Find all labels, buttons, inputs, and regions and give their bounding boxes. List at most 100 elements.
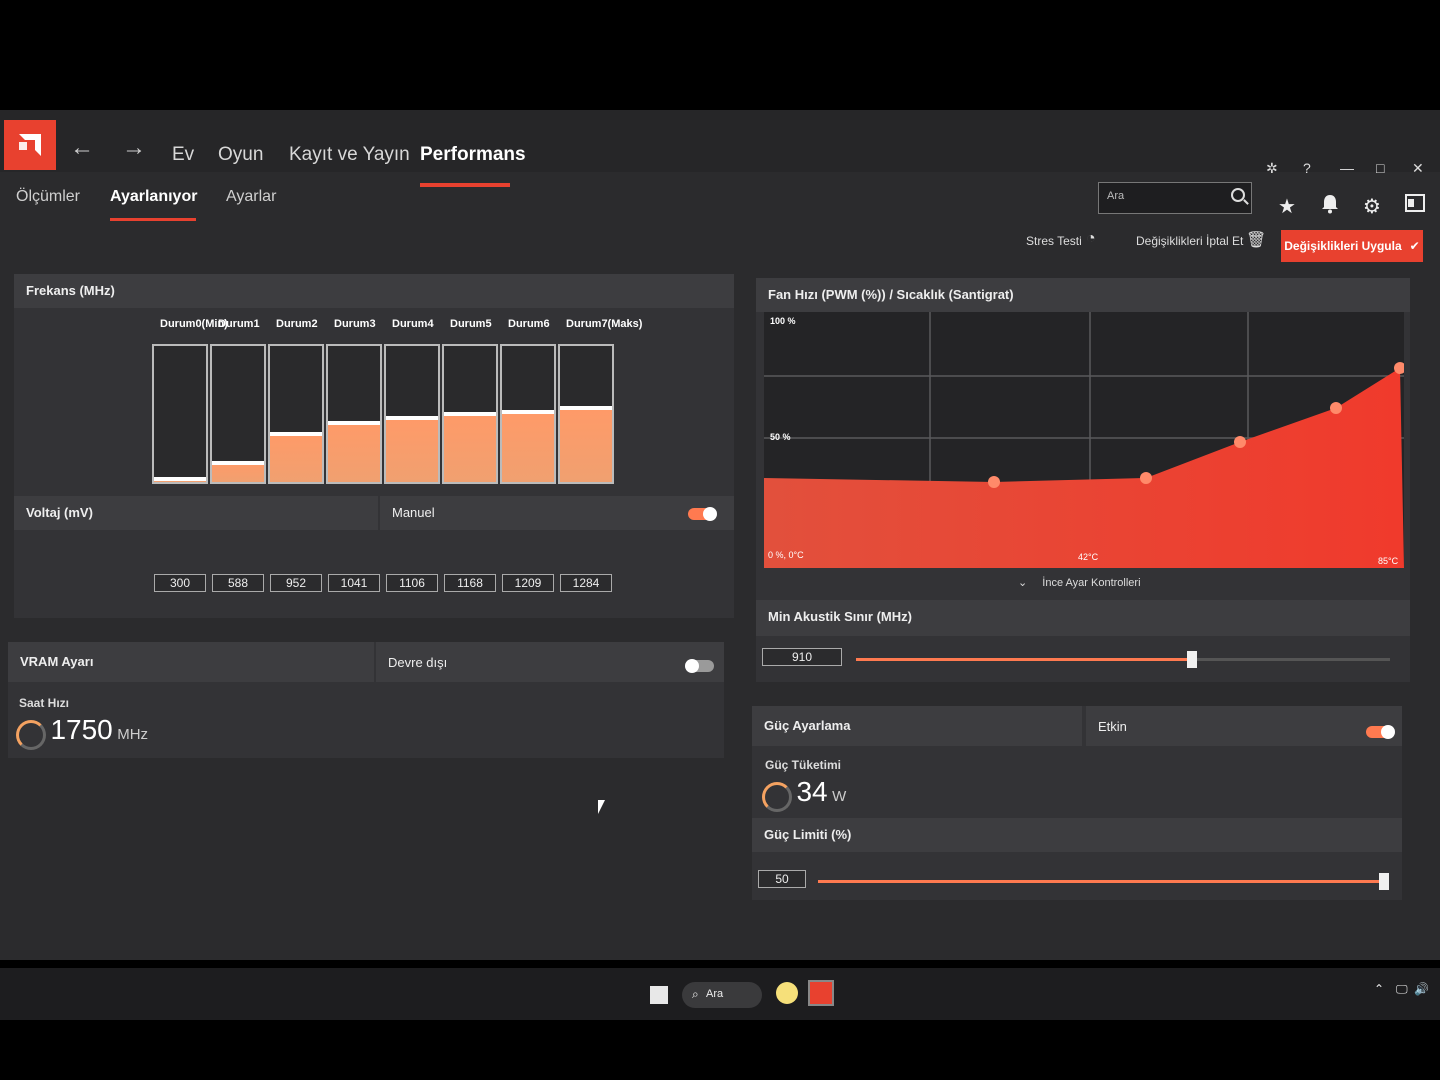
panel-icon[interactable] xyxy=(1405,194,1425,218)
fan-curve-chart[interactable] xyxy=(764,312,1404,568)
check-icon: ✔ xyxy=(1409,239,1420,253)
frequency-value-input[interactable]: 1168 xyxy=(444,574,496,592)
power-mode-header: Etkin xyxy=(1086,706,1402,746)
frequency-state-bar[interactable] xyxy=(326,344,382,484)
frequency-state-label: Durum3 xyxy=(334,318,376,330)
fan-x-max-label: 85°C xyxy=(1378,556,1399,566)
frequency-state-bar[interactable] xyxy=(268,344,324,484)
voltage-manual-toggle[interactable] xyxy=(688,507,717,521)
search-placeholder: Ara xyxy=(1107,190,1125,202)
fan-origin-label: 0 %, 0°C xyxy=(768,550,804,560)
explorer-app-icon[interactable] xyxy=(776,982,798,1004)
chevron-down-icon: ⌄ xyxy=(1018,577,1028,589)
power-consumption-label: Güç Tüketimi xyxy=(765,758,842,772)
frequency-state-label: Durum5 xyxy=(450,318,492,330)
frequency-state-bar[interactable] xyxy=(442,344,498,484)
power-spinner-icon xyxy=(762,781,792,812)
frequency-bar-handle[interactable] xyxy=(502,410,554,415)
frequency-value-input[interactable]: 1106 xyxy=(386,574,438,592)
back-arrow-icon[interactable]: ← xyxy=(70,134,94,162)
tray-chevron-icon[interactable]: ⌃ xyxy=(1374,982,1384,996)
frequency-state-bar[interactable] xyxy=(210,344,266,484)
power-consumption-readout: 34 W xyxy=(762,776,846,812)
min-acoustic-input[interactable]: 910 xyxy=(762,648,842,666)
frequency-state-bar[interactable] xyxy=(152,344,208,484)
frequency-state-label: Durum7(Maks) xyxy=(566,318,643,330)
search-input[interactable]: Ara xyxy=(1098,182,1252,214)
frequency-value-input[interactable]: 1284 xyxy=(560,574,612,592)
amd-logo-icon[interactable] xyxy=(4,120,56,170)
close-icon[interactable]: ✕ xyxy=(1412,160,1424,177)
discard-changes-button[interactable]: Değişiklikleri İptal Et xyxy=(1136,234,1243,248)
frequency-state-bar[interactable] xyxy=(500,344,556,484)
tab-tuning[interactable]: Ayarlanıyor xyxy=(110,188,197,206)
frequency-value-input[interactable]: 1209 xyxy=(502,574,554,592)
fan-y-top-label: 100 % xyxy=(770,316,796,326)
fan-curve-point[interactable] xyxy=(988,476,1000,488)
frequency-bar-handle[interactable] xyxy=(560,406,612,411)
trash-icon[interactable]: 🗑 xyxy=(1246,230,1266,250)
gear-icon[interactable]: ⚙ xyxy=(1363,194,1381,219)
taskbar-search[interactable]: ⌕ Ara xyxy=(682,982,762,1008)
frequency-bar-handle[interactable] xyxy=(154,476,206,481)
taskbar-search-label: Ara xyxy=(706,988,724,1000)
tab-metrics[interactable]: Ölçümler xyxy=(16,188,80,206)
vram-clock-readout: 1750 MHz xyxy=(16,714,148,750)
frequency-bar-handle[interactable] xyxy=(328,421,380,426)
fine-tune-toggle[interactable]: ⌄ İnce Ayar Kontrolleri xyxy=(1018,576,1141,589)
voltage-mode-label: Manuel xyxy=(392,505,435,520)
nav-home[interactable]: Ev xyxy=(172,144,194,166)
bug-report-icon[interactable]: ✲ xyxy=(1266,160,1278,177)
min-acoustic-slider[interactable] xyxy=(856,651,1390,668)
tray-volume-icon[interactable]: 🔊 xyxy=(1414,982,1429,996)
power-limit-slider-thumb[interactable] xyxy=(1379,873,1389,890)
frequency-bar-handle[interactable] xyxy=(270,432,322,437)
fan-curve-point[interactable] xyxy=(1330,402,1342,414)
frequency-bar-fill xyxy=(212,461,264,482)
gauge-icon[interactable]: ◔ xyxy=(1086,230,1096,248)
amd-app-icon[interactable] xyxy=(808,980,834,1006)
tab-settings[interactable]: Ayarlar xyxy=(226,188,276,206)
windows-start-icon[interactable] xyxy=(650,986,668,1004)
frequency-state-bar[interactable] xyxy=(558,344,614,484)
apply-changes-button[interactable]: Değişiklikleri Uygula ✔ xyxy=(1281,230,1423,262)
vram-toggle[interactable] xyxy=(685,659,714,673)
frequency-bar-handle[interactable] xyxy=(444,411,496,416)
fine-tune-label: İnce Ayar Kontrolleri xyxy=(1042,577,1141,589)
power-limit-input[interactable]: 50 xyxy=(758,870,806,888)
forward-arrow-icon[interactable]: → xyxy=(122,134,146,162)
nav-performance[interactable]: Performans xyxy=(420,144,526,166)
maximize-icon[interactable]: □ xyxy=(1376,160,1384,176)
search-icon[interactable] xyxy=(1231,188,1245,202)
stress-test-label[interactable]: Stres Testi xyxy=(1026,234,1082,248)
frequency-value-input[interactable]: 300 xyxy=(154,574,206,592)
nav-gaming[interactable]: Oyun xyxy=(218,144,263,166)
frequency-value-input[interactable]: 952 xyxy=(270,574,322,592)
frequency-bar-fill xyxy=(502,411,554,482)
power-limit-slider[interactable] xyxy=(818,873,1389,890)
frequency-bar-fill xyxy=(444,412,496,482)
tray-network-icon[interactable]: 🖵 xyxy=(1396,982,1408,997)
frequency-bar-handle[interactable] xyxy=(386,415,438,420)
minimize-icon[interactable]: — xyxy=(1340,160,1354,176)
power-consumption-value: 34 xyxy=(796,776,828,807)
frequency-bar-fill xyxy=(386,416,438,482)
frequency-state-bar[interactable] xyxy=(384,344,440,484)
star-icon[interactable]: ★ xyxy=(1278,194,1296,219)
amd-software-window: ← → Ev Oyun Kayıt ve Yayın Performans ✲ … xyxy=(0,110,1440,960)
frequency-bar-fill xyxy=(560,407,612,482)
frequency-value-input[interactable]: 1041 xyxy=(328,574,380,592)
bell-icon[interactable] xyxy=(1321,194,1339,220)
nav-record-stream[interactable]: Kayıt ve Yayın xyxy=(289,144,410,166)
help-icon[interactable]: ? xyxy=(1303,160,1311,176)
min-acoustic-slider-thumb[interactable] xyxy=(1187,651,1198,668)
frequency-bar-handle[interactable] xyxy=(212,460,264,465)
power-tuning-toggle[interactable] xyxy=(1366,725,1395,739)
voltage-header: Voltaj (mV) xyxy=(14,496,378,530)
frequency-value-input[interactable]: 588 xyxy=(212,574,264,592)
fan-curve-point[interactable] xyxy=(1140,472,1152,484)
frequency-bar-fill xyxy=(328,422,380,482)
nav-active-indicator xyxy=(420,183,510,187)
vram-clock-unit: MHz xyxy=(117,726,149,743)
fan-curve-point[interactable] xyxy=(1234,436,1246,448)
